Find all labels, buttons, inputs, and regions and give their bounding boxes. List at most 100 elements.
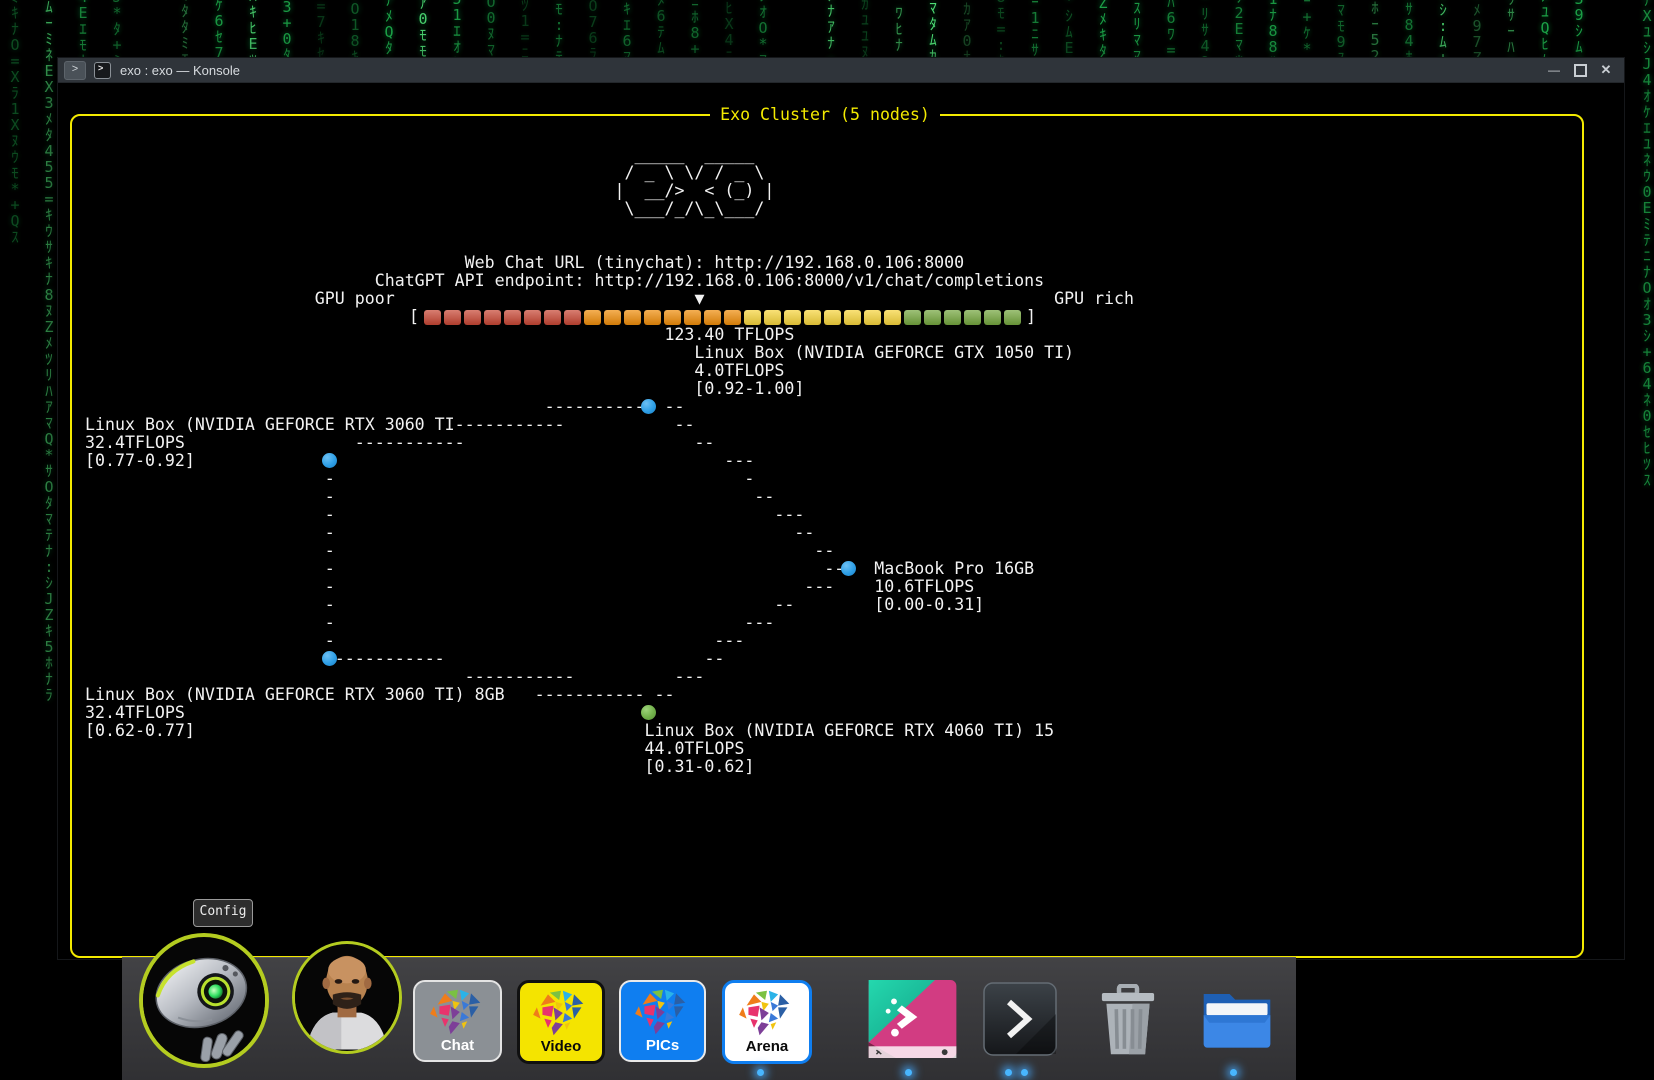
gpu-bar-block [804, 310, 821, 325]
running-indicator [905, 1069, 912, 1076]
terminal-area[interactable]: Exo Cluster (5 nodes) _____ _____ / _ \ … [58, 83, 1622, 958]
maximize-button[interactable] [1570, 61, 1590, 79]
terminal-row: GPU poor ▼ GPU rich [85, 290, 1595, 308]
terminal-row: Linux Box (NVIDIA GEFORCE RTX 3060 TI---… [85, 416, 1595, 434]
terminal-row [85, 128, 1595, 146]
dock-app-video[interactable]: Video [517, 980, 605, 1064]
terminal-row: 4.0TFLOPS [85, 362, 1595, 380]
terminal-row: | __/> < (_) | [85, 182, 1595, 200]
window-title: exo : exo — Konsole [120, 63, 240, 78]
app-pics-label: PICs [621, 1037, 704, 1054]
gpu-usage-bar: [ ] [409, 308, 1036, 326]
node-dot-blue: ● [325, 650, 335, 668]
terminal-row: [0.92-1.00] [85, 380, 1595, 398]
gpu-bar-block [504, 310, 521, 325]
terminal-row: [0.31-0.62] [85, 758, 1595, 776]
bar-left-bracket: [ [409, 308, 419, 326]
dock-folder[interactable] [1200, 985, 1274, 1058]
terminal-row: - --● MacBook Pro 16GB [85, 560, 1595, 578]
gpu-bar-block [584, 310, 601, 325]
dock-app-arena[interactable]: Arena [722, 980, 812, 1064]
gpu-bar-block [704, 310, 721, 325]
gpu-bar-block [864, 310, 881, 325]
robot-avatar[interactable] [139, 933, 269, 1068]
running-indicator [757, 1069, 764, 1076]
config-button[interactable]: Config [193, 899, 253, 927]
app-chat-label: Chat [415, 1037, 500, 1054]
gpu-bar-block [624, 310, 641, 325]
terminal-row: - --- 10.6TFLOPS [85, 578, 1595, 596]
terminal-row [85, 218, 1595, 236]
gpu-bar-block [984, 310, 1001, 325]
terminal-row: - --- [85, 506, 1595, 524]
app-video-label: Video [520, 1038, 602, 1055]
running-indicator [1021, 1069, 1028, 1076]
gpu-bar-block [684, 310, 701, 325]
gpu-bar-block [444, 310, 461, 325]
bar-blocks [424, 310, 1021, 325]
terminal-row: Linux Box (NVIDIA GEFORCE GTX 1050 TI) [85, 344, 1595, 362]
node-dot-green: ● [644, 704, 654, 722]
matrix-column: E 5 ﾐ ｶ 7 ﾏ ﾕ ﾈ 1 ﾃ * ﾜ ﾋ ﾅ [888, 0, 910, 53]
terminal-row: - - [85, 470, 1595, 488]
terminal-row: _____ _____ [85, 146, 1595, 164]
terminal-row [85, 110, 1595, 128]
dock-trash[interactable] [1093, 984, 1163, 1061]
gpu-bar-block [784, 310, 801, 325]
terminal-row: - -- [85, 542, 1595, 560]
terminal-row: 32.4TFLOPS ● [85, 704, 1595, 722]
gpu-bar-block [744, 310, 761, 325]
gpu-bar-block [964, 310, 981, 325]
man-avatar[interactable] [292, 941, 402, 1054]
gpu-bar-block [644, 310, 661, 325]
gpu-bar-block [724, 310, 741, 325]
tab-menu-button[interactable]: > [64, 61, 86, 80]
gpu-bar-block [844, 310, 861, 325]
node-dot-blue: ● [325, 452, 335, 470]
gpu-bar-block [524, 310, 541, 325]
window-titlebar[interactable]: > exo : exo — Konsole — ✕ [58, 58, 1624, 83]
matrix-column: 6 5 7 3 ﾂ ｻ ﾗ ｵ ﾃ ﾈ : ﾀ ｾ * ﾓ ﾃ ｾ ﾃ X ﾕ … [1636, 0, 1654, 488]
terminal-row: / _ \ \/ / _ \ [85, 164, 1595, 182]
app-arena-label: Arena [725, 1038, 809, 1055]
terminal-row: - -- [85, 488, 1595, 506]
terminal-row [85, 236, 1595, 254]
desktop: { "window": { "title": "exo : exo — Kons… [0, 0, 1654, 1080]
terminal-row: ----------- --- [85, 668, 1595, 686]
node-dot-blue: ● [844, 560, 854, 578]
terminal-row: [0.77-0.92] ● --- [85, 452, 1595, 470]
terminal-row: 32.4TFLOPS ----------- -- [85, 434, 1595, 452]
gpu-bar-block [824, 310, 841, 325]
node-dot-blue: ● [644, 398, 654, 416]
minimize-button[interactable]: — [1544, 61, 1564, 79]
folder-icon [1200, 985, 1274, 1053]
gpu-bar-block [484, 310, 501, 325]
dock-app-pics[interactable]: PICs [619, 980, 706, 1062]
terminal-row: - -- [85, 524, 1595, 542]
gpu-bar-block [904, 310, 921, 325]
gpu-bar-block [1004, 310, 1021, 325]
terminal-row: 44.0TFLOPS [85, 740, 1595, 758]
terminal-text-grid: _____ _____ / _ \ \/ / _ \ | __/> < (_) … [85, 110, 1595, 794]
robot-head-icon [143, 937, 265, 1064]
konsole-tab-icon [94, 62, 111, 79]
running-indicator [1230, 1069, 1237, 1076]
dock-app-chat[interactable]: Chat [413, 980, 502, 1062]
terminal-row: [0.62-0.77] Linux Box (NVIDIA GEFORCE RT… [85, 722, 1595, 740]
gpu-bar-block [464, 310, 481, 325]
brain-icon [737, 987, 797, 1039]
dock-app-konsole[interactable] [983, 980, 1057, 1063]
terminal-row: Linux Box (NVIDIA GEFORCE RTX 3060 TI) 8… [85, 686, 1595, 704]
dock-app-kde[interactable] [868, 980, 957, 1063]
gpu-bar-block [924, 310, 941, 325]
man-portrait-icon [295, 944, 399, 1051]
konsole-window: > exo : exo — Konsole — ✕ Exo Cluster (5… [57, 57, 1625, 960]
brain-icon [531, 987, 591, 1039]
terminal-row: - --- [85, 614, 1595, 632]
gpu-bar-block [944, 310, 961, 325]
close-button[interactable]: ✕ [1596, 61, 1616, 79]
bar-right-bracket: ] [1026, 308, 1036, 326]
terminal-row: \___/_/\_\___/ [85, 200, 1595, 218]
gpu-bar-block [664, 310, 681, 325]
terminal-row: ChatGPT API endpoint: http://192.168.0.1… [85, 272, 1595, 290]
